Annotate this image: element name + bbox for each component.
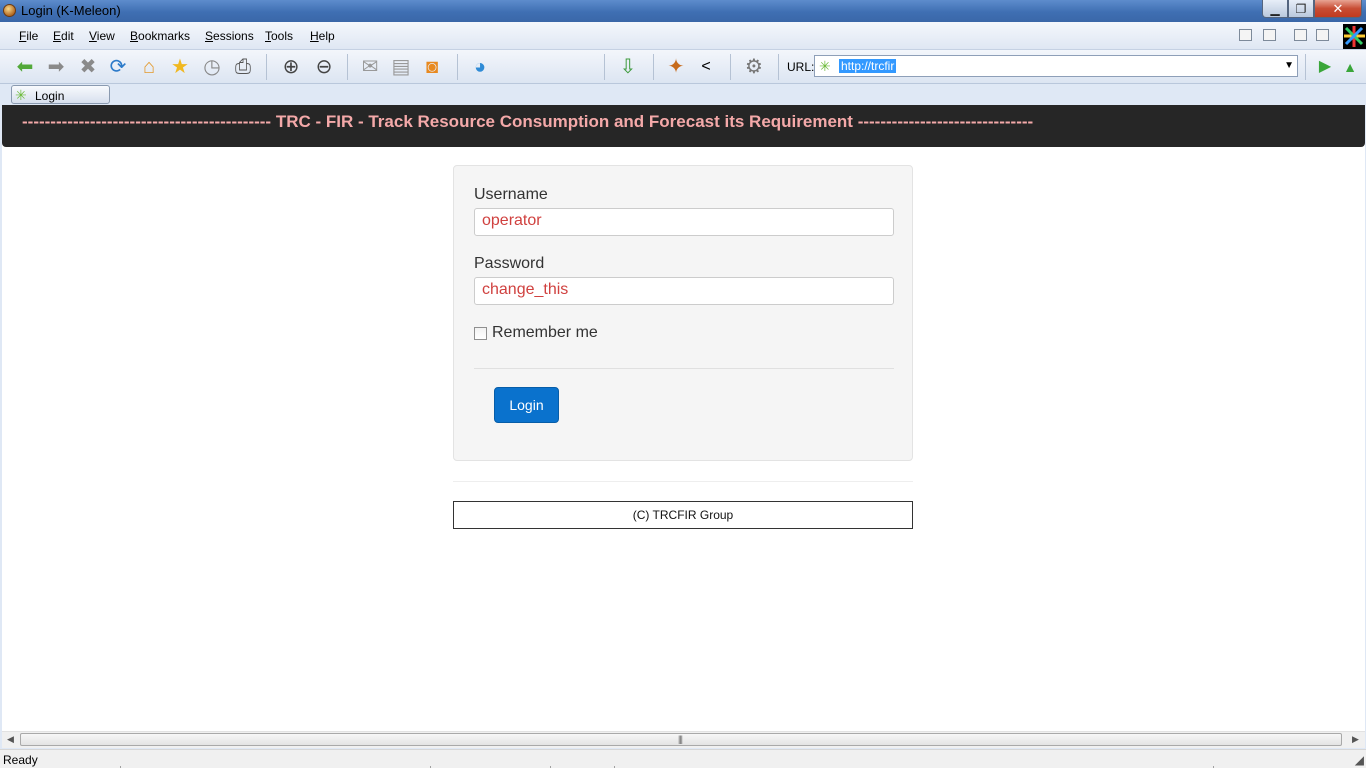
status-text: Ready [3, 753, 38, 767]
menu-tools[interactable]: Tools [265, 29, 293, 43]
menu-file[interactable]: File [19, 29, 38, 43]
download-icon[interactable]: ⇩ [616, 55, 640, 79]
k-meleon-app-icon [3, 4, 16, 17]
notes-icon[interactable]: ▤ [389, 55, 413, 79]
menu-view[interactable]: View [89, 29, 115, 43]
restore-icon: ❐ [1295, 1, 1307, 16]
login-button[interactable]: Login [494, 387, 559, 423]
footer-copyright: (C) TRCFIR Group [453, 501, 913, 529]
toolbar-separator [1305, 54, 1306, 80]
page-loading-icon: ✳ [819, 58, 831, 74]
tab-label: Login [35, 89, 65, 103]
remember-me-checkbox[interactable] [474, 327, 487, 340]
tab-bar: ✳ Login [0, 84, 1366, 105]
url-label: URL: [787, 60, 815, 74]
menu-bookmarks[interactable]: Bookmarks [130, 29, 190, 43]
horizontal-scrollbar[interactable]: ◀ ||| ▶ [2, 731, 1365, 748]
url-input[interactable]: ✳ http://trcfir ▼ [814, 55, 1298, 77]
mail-icon[interactable]: ✉ [358, 55, 382, 79]
menu-help[interactable]: Help [310, 29, 335, 43]
previous-tab-icon[interactable] [1239, 29, 1252, 41]
status-bar: Ready ◢ [0, 749, 1366, 768]
toolbar-separator [457, 54, 458, 80]
url-dropdown-icon[interactable]: ▼ [1284, 60, 1294, 71]
password-label: Password [474, 255, 545, 272]
globe-icon[interactable]: ◕ [468, 55, 492, 79]
minimize-button[interactable]: ▁ [1262, 0, 1288, 18]
bookmark-star-icon[interactable]: ★ [168, 55, 192, 79]
window-title: Login (K-Meleon) [21, 3, 121, 18]
zoom-in-icon[interactable]: ⊕ [279, 55, 303, 79]
stop-icon[interactable]: ✖ [76, 55, 100, 79]
url-value[interactable]: http://trcfir [839, 59, 897, 73]
source-icon[interactable]: < [694, 55, 718, 79]
scroll-right-icon[interactable]: ▶ [1352, 734, 1359, 745]
scroll-left-icon[interactable]: ◀ [7, 734, 14, 745]
toolbar-separator [347, 54, 348, 80]
banner-text: ----------------------------------------… [22, 112, 1034, 131]
zoom-out-icon[interactable]: ⊖ [312, 55, 336, 79]
toolbar-separator [266, 54, 267, 80]
rss-icon[interactable]: ◙ [420, 55, 444, 79]
history-clock-icon[interactable]: ◷ [200, 55, 224, 79]
settings-gear-icon[interactable]: ⚙ [742, 55, 766, 79]
toolbar-separator [604, 54, 605, 80]
reload-icon[interactable]: ⟳ [106, 55, 130, 79]
password-input[interactable]: change_this [474, 277, 894, 305]
menu-sessions[interactable]: Sessions [205, 29, 254, 43]
close-tab-icon[interactable] [1316, 29, 1329, 41]
footer-divider [453, 481, 913, 482]
next-tab-icon[interactable] [1263, 29, 1276, 41]
remember-me-label[interactable]: Remember me [492, 324, 598, 342]
username-label: Username [474, 186, 548, 203]
login-panel: Username operator Password change_this R… [453, 165, 913, 461]
toolbar-separator [730, 54, 731, 80]
forward-arrow-icon[interactable]: ➡ [44, 55, 68, 79]
maximize-button[interactable]: ❐ [1288, 0, 1314, 18]
scrollbar-grip-icon: ||| [678, 734, 683, 744]
form-divider [474, 368, 894, 369]
throbber-icon [1343, 24, 1366, 49]
menu-edit[interactable]: Edit [53, 29, 74, 43]
tab-login[interactable]: ✳ Login [11, 85, 110, 104]
go-arrow-icon[interactable]: ▶ [1313, 55, 1337, 79]
username-input[interactable]: operator [474, 208, 894, 236]
scroll-top-icon[interactable]: ▲ [1338, 55, 1362, 79]
minimize-icon: ▁ [1270, 1, 1280, 16]
window-title-bar: Login (K-Meleon) ▁ ❐ ✕ [0, 0, 1366, 22]
page-content: ----------------------------------------… [2, 105, 1365, 731]
site-banner: ----------------------------------------… [2, 105, 1365, 147]
resize-grip-icon[interactable]: ◢ [1355, 753, 1364, 767]
home-icon[interactable]: ⌂ [137, 55, 161, 79]
print-icon[interactable]: ⎙ [231, 55, 255, 79]
tab-loading-icon: ✳ [15, 87, 27, 103]
new-tab-icon[interactable] [1294, 29, 1307, 41]
close-icon: ✕ [1332, 0, 1344, 16]
back-arrow-icon[interactable]: ⬅ [13, 55, 37, 79]
toolbar-separator [653, 54, 654, 80]
navigation-toolbar: ⬅ ➡ ✖ ⟳ ⌂ ★ ◷ ⎙ ⊕ ⊖ ✉ ▤ ◙ ◕ ⇩ ✦ < ⚙ URL:… [0, 50, 1366, 84]
close-window-button[interactable]: ✕ [1314, 0, 1362, 18]
privacy-icon[interactable]: ✦ [664, 55, 688, 79]
toolbar-separator [778, 54, 779, 80]
scrollbar-thumb[interactable]: ||| [20, 733, 1342, 746]
menu-bar: File Edit View Bookmarks Sessions Tools … [0, 22, 1366, 50]
